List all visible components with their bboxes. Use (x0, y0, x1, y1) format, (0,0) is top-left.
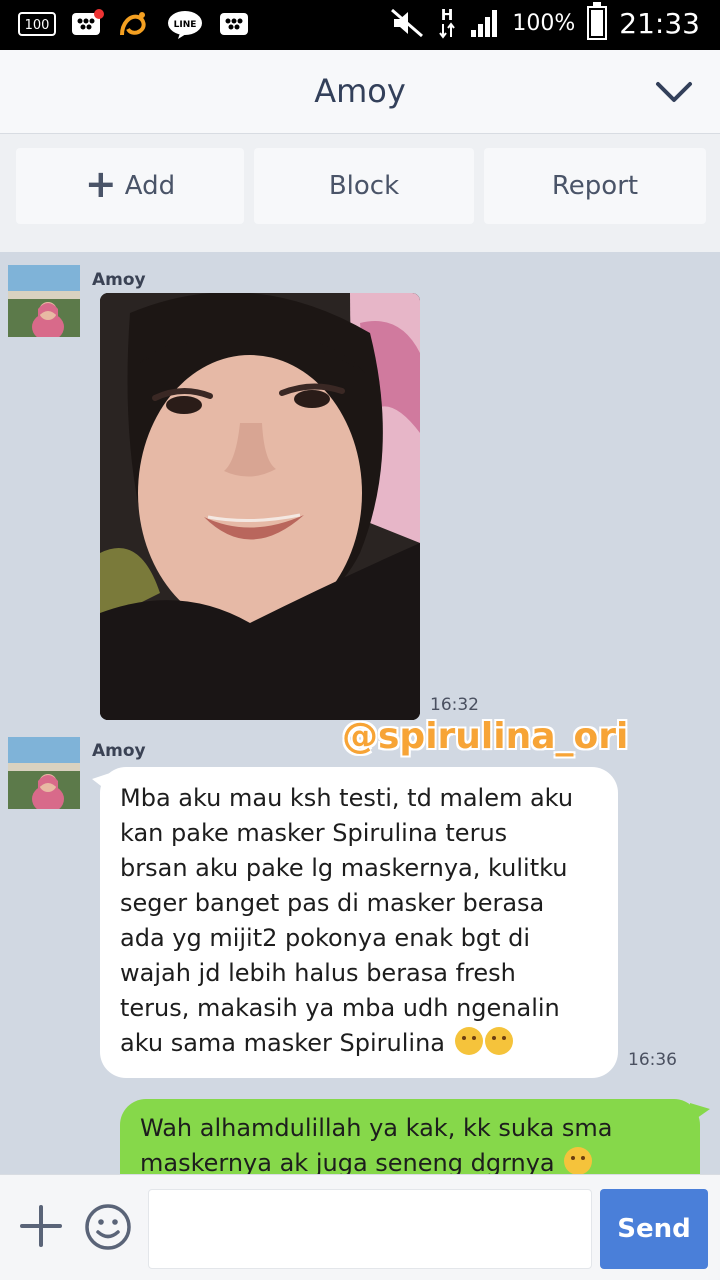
add-friend-button[interactable]: + Add (16, 148, 244, 224)
message-input[interactable] (148, 1189, 592, 1269)
chat-title: Amoy (314, 72, 406, 110)
smile-emoji-icon (564, 1147, 593, 1175)
message-time: 16:36 (628, 1050, 677, 1070)
add-label: Add (124, 171, 176, 201)
message-input-bar: Send (0, 1174, 720, 1280)
sender-name: Amoy (92, 741, 146, 761)
attach-plus-icon[interactable] (18, 1203, 64, 1249)
chevron-down-icon[interactable] (654, 76, 694, 108)
bbm-icon-2 (218, 8, 252, 40)
status-bar: 100 LINE H 100% 21:33 (0, 0, 720, 50)
photo-message[interactable] (100, 293, 420, 720)
block-button[interactable]: Block (254, 148, 474, 224)
clock: 21:33 (619, 6, 700, 40)
svg-text:H: H (441, 6, 454, 24)
battery-percentage: 100% (512, 10, 576, 36)
svg-text:LINE: LINE (174, 20, 197, 30)
message-text: Wah alhamdulillah ya kak, kk suka sma ma… (140, 1114, 613, 1177)
plus-icon: + (84, 162, 117, 206)
notification-count-icon: 100 (18, 8, 56, 40)
friend-action-bar: + Add Block Report (0, 134, 720, 252)
message-time: 16:32 (430, 695, 479, 715)
line-icon: LINE (166, 8, 204, 40)
report-label: Report (551, 171, 639, 201)
battery-icon (587, 2, 608, 40)
message-text: Mba aku mau ksh testi, td malem aku kan … (120, 784, 574, 1057)
block-label: Block (328, 171, 400, 201)
sender-name: Amoy (92, 270, 146, 290)
avatar[interactable] (8, 265, 80, 337)
notification-icons: 100 LINE (18, 8, 252, 40)
avatar[interactable] (8, 737, 80, 809)
kiss-emoji-icon (454, 1027, 483, 1055)
chat-header: Amoy (0, 50, 720, 134)
signal-icon (470, 7, 500, 39)
emoji-icon[interactable] (84, 1203, 132, 1251)
uc-browser-icon (118, 8, 152, 40)
report-button[interactable]: Report (484, 148, 706, 224)
bbm-icon (70, 8, 104, 40)
heart-eyes-emoji-icon (484, 1027, 513, 1055)
watermark: @spirulina_ori (342, 716, 629, 757)
mute-icon (390, 7, 424, 39)
send-button[interactable]: Send (600, 1189, 708, 1269)
network-type-icon: H (436, 6, 458, 39)
svg-text:100: 100 (25, 18, 50, 33)
incoming-message-bubble[interactable]: Mba aku mau ksh testi, td malem aku kan … (92, 767, 618, 1078)
system-icons: H 100% 21:33 (390, 2, 700, 40)
